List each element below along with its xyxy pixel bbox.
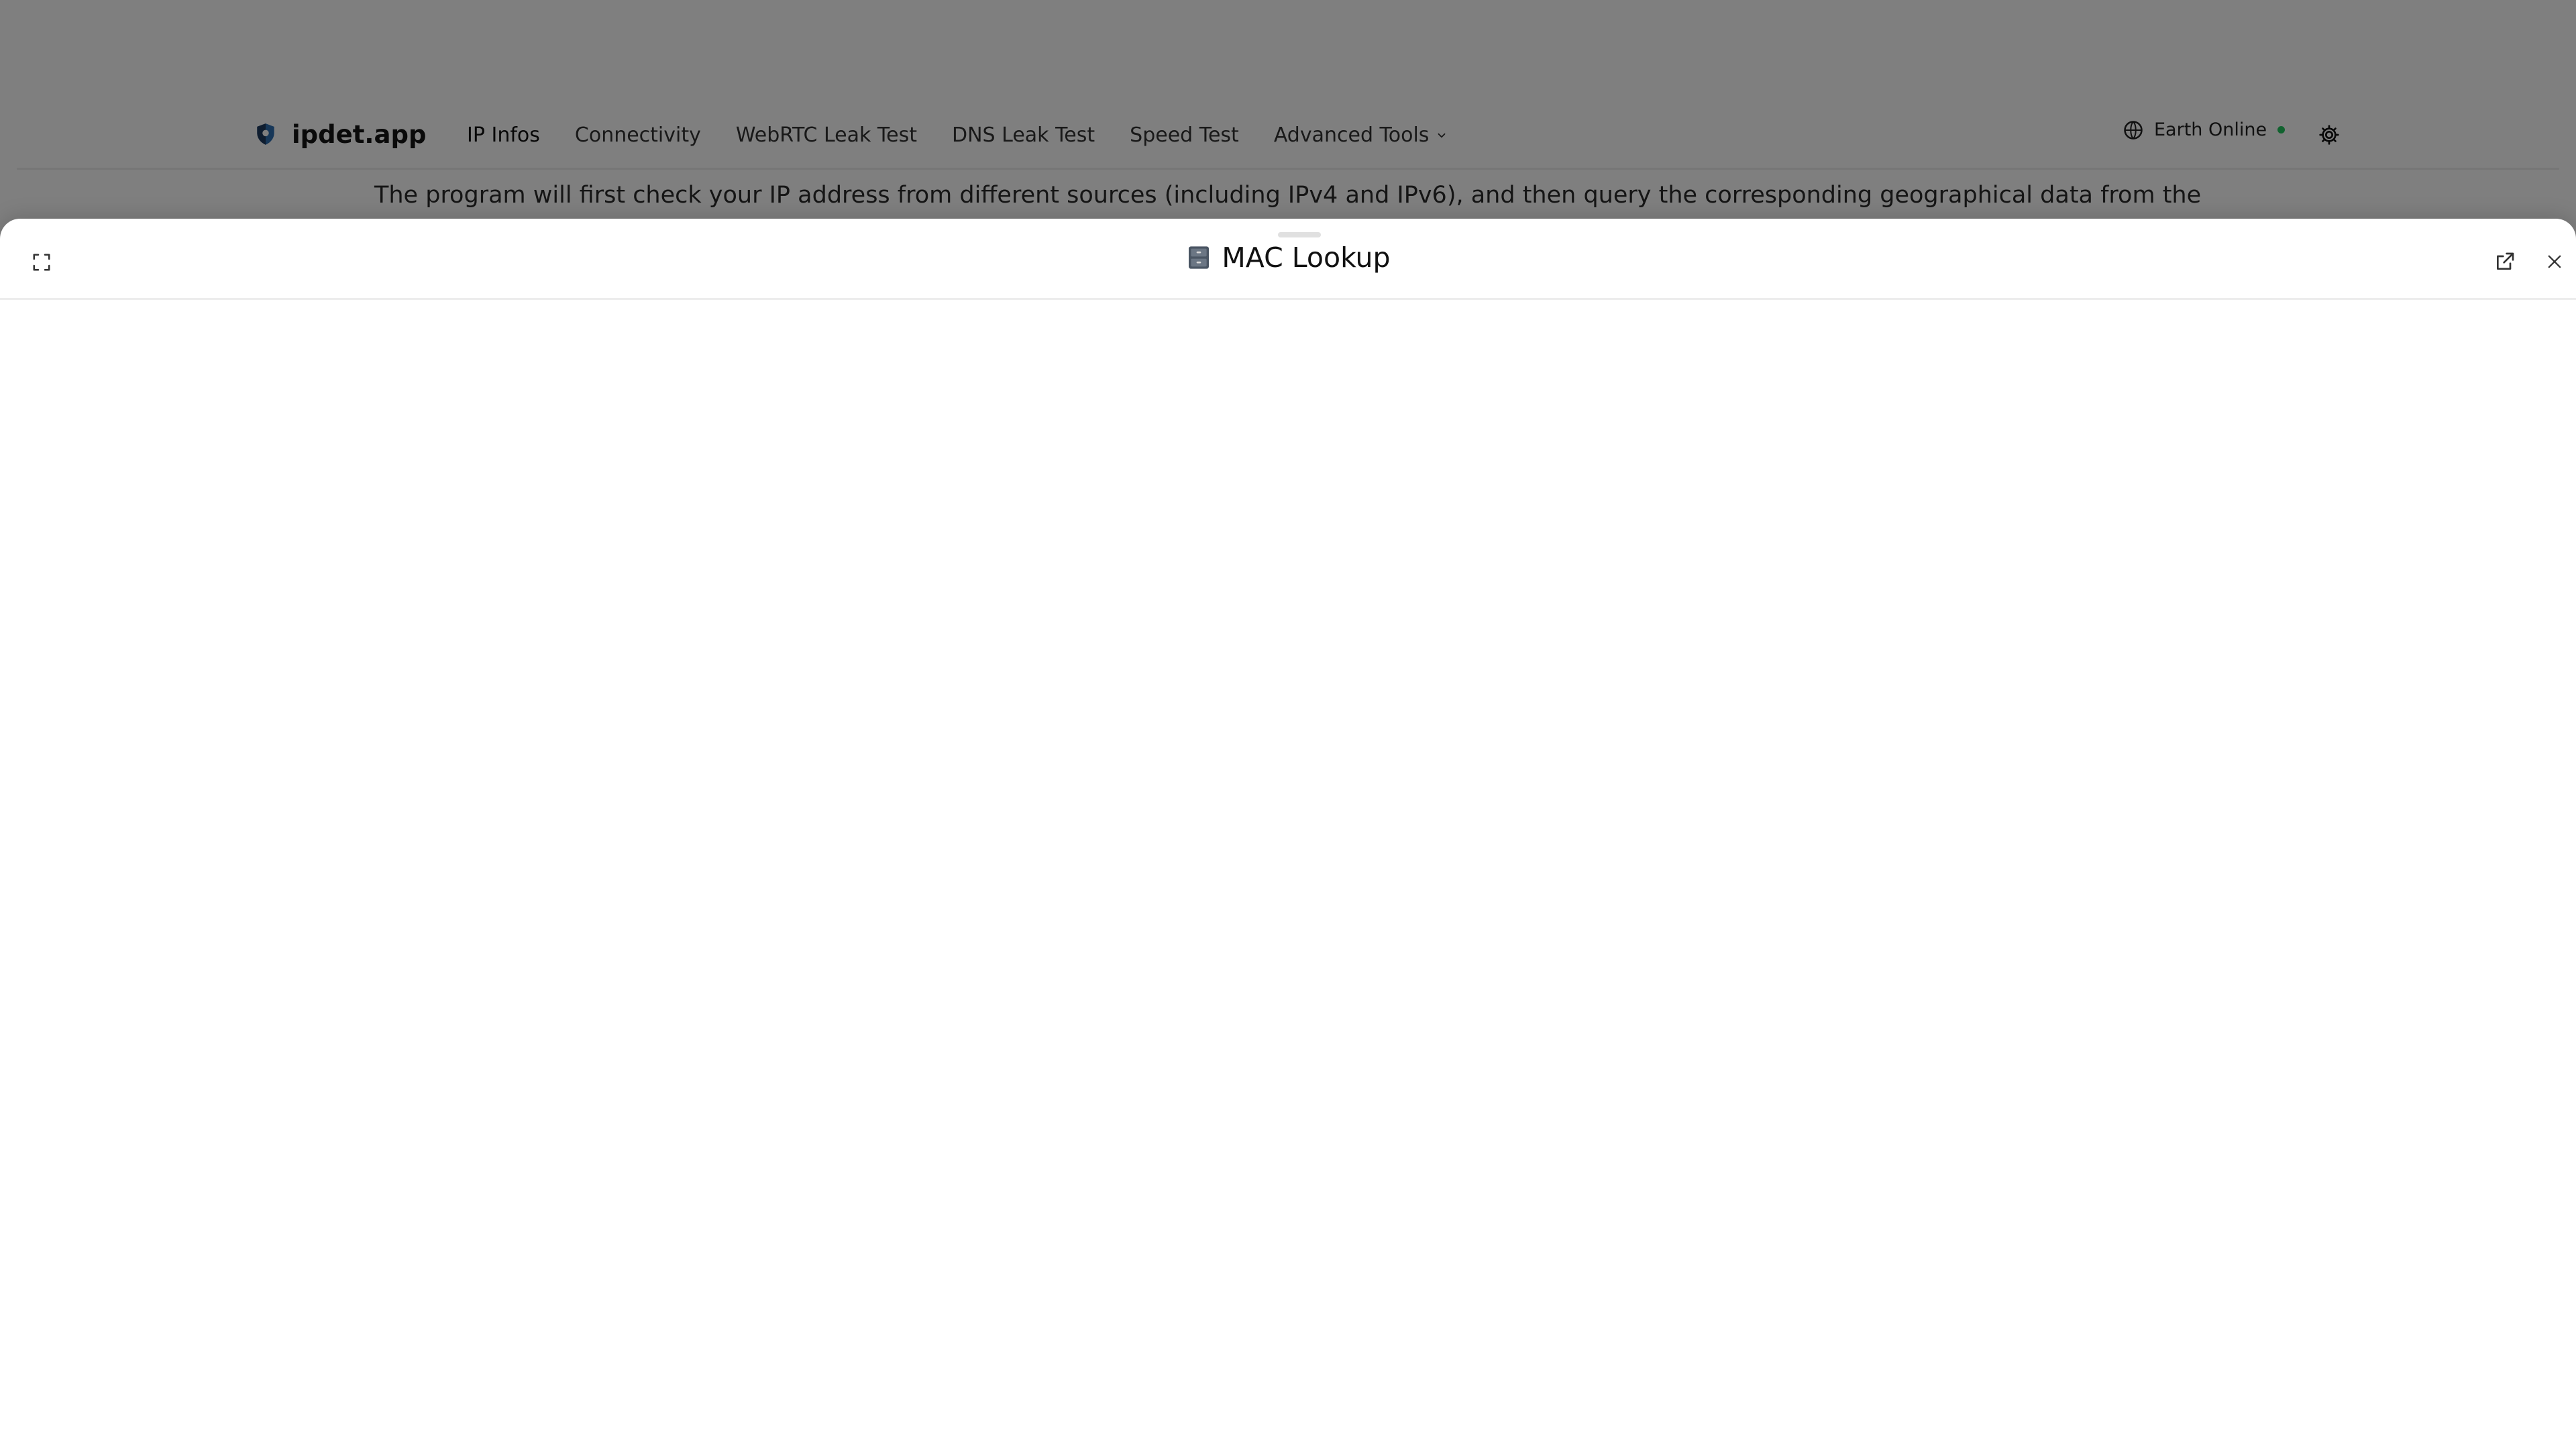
drawer-header: MAC Lookup [0,219,2576,300]
external-link-icon [2497,252,2514,270]
drawer-title: MAC Lookup [0,241,2576,274]
close-button[interactable] [2538,246,2571,278]
close-icon [2548,255,2561,268]
drawer-title-text: MAC Lookup [1222,241,1391,274]
open-in-new-tab-button[interactable] [2489,246,2521,278]
file-cabinet-icon [1189,246,1210,269]
drawer-content [0,300,2576,1449]
mac-lookup-drawer: MAC Lookup [0,219,2576,1449]
drawer-drag-handle[interactable] [1278,232,1321,237]
